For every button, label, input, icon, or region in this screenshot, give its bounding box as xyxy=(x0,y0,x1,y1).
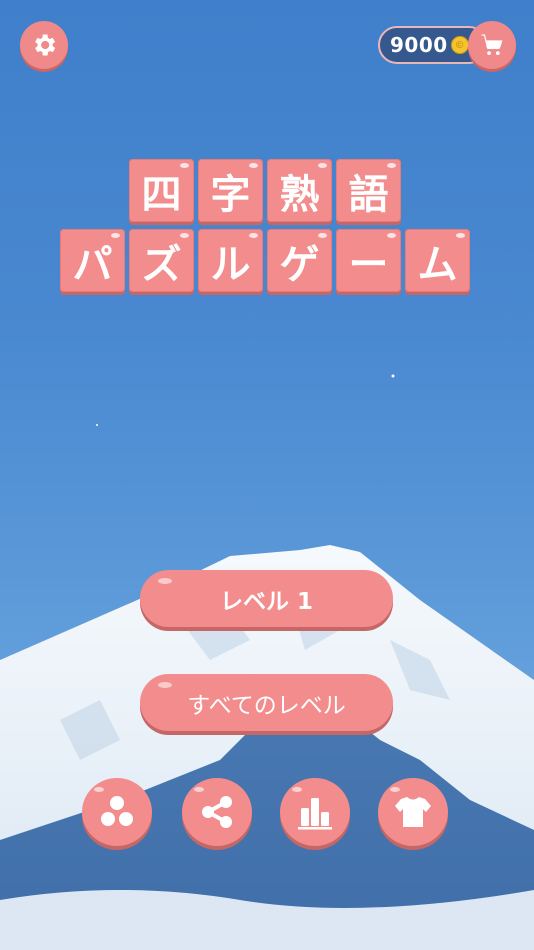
title-tile: ル xyxy=(198,229,263,292)
game-main-menu: 9000 © 四 字 熟 語 パ ズ ル ゲ ー ム レベル 1 すべてのレベル xyxy=(0,0,534,950)
customize-button[interactable] xyxy=(378,778,448,846)
title-row-katakana: パ ズ ル ゲ ー ム xyxy=(60,229,470,292)
title-tile: ズ xyxy=(129,229,194,292)
share-icon xyxy=(202,796,232,828)
title-tile: パ xyxy=(60,229,125,292)
title-tile: 熟 xyxy=(267,159,332,222)
all-levels-label: すべてのレベル xyxy=(187,692,346,719)
all-levels-button[interactable]: すべてのレベル xyxy=(140,674,393,731)
title-row-kanji: 四 字 熟 語 xyxy=(129,159,401,222)
leaderboard-icon xyxy=(298,798,332,830)
share-button[interactable] xyxy=(182,778,252,846)
title-tile: ー xyxy=(336,229,401,292)
title-tile: 語 xyxy=(336,159,401,222)
leaderboard-button[interactable] xyxy=(280,778,350,846)
more-apps-icon xyxy=(101,796,133,826)
title-tile: ム xyxy=(405,229,470,292)
coin-count: 9000 xyxy=(390,33,448,57)
title-tile: 字 xyxy=(198,159,263,222)
play-level-button[interactable]: レベル 1 xyxy=(140,570,393,627)
title-tile: ゲ xyxy=(267,229,332,292)
play-level-label: レベル 1 xyxy=(219,588,313,615)
title-tile: 四 xyxy=(129,159,194,222)
shop-button[interactable] xyxy=(468,21,516,69)
more-apps-button[interactable] xyxy=(82,778,152,846)
gear-icon xyxy=(35,34,56,56)
shirt-icon xyxy=(395,797,431,827)
mount-fuji-background xyxy=(0,374,534,950)
coin-icon: © xyxy=(450,36,469,54)
cart-icon xyxy=(481,34,503,56)
settings-button[interactable] xyxy=(20,21,68,69)
